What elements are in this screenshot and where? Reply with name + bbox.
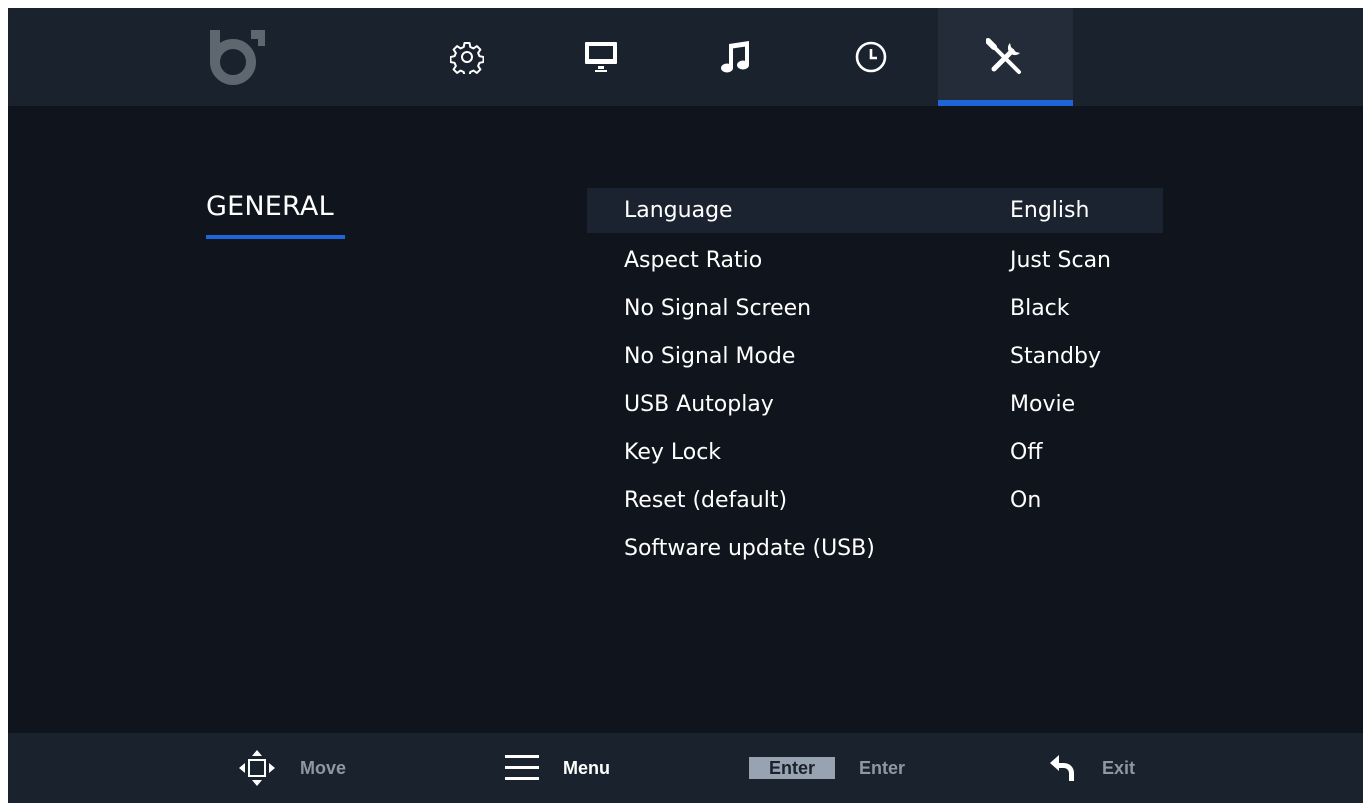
- menu-item-usb-autoplay[interactable]: USB Autoplay Movie: [587, 380, 1163, 428]
- brand-logo: [210, 30, 265, 85]
- menu-item-value: Off: [1010, 439, 1043, 465]
- back-arrow-icon: [1050, 755, 1074, 781]
- gear-icon: [449, 42, 484, 74]
- settings-list: Language English Aspect Ratio Just Scan …: [587, 188, 1163, 572]
- menu-item-label: No Signal Screen: [624, 295, 812, 321]
- tab-display[interactable]: [533, 8, 668, 106]
- menu-item-reset-default[interactable]: Reset (default) On: [587, 476, 1163, 524]
- section-underline: [206, 235, 345, 239]
- menu-item-no-signal-mode[interactable]: No Signal Mode Standby: [587, 332, 1163, 380]
- monitor-icon: [584, 42, 617, 72]
- hint-menu-label: Menu: [563, 757, 610, 778]
- menu-item-label: Reset (default): [624, 487, 788, 513]
- menu-item-label: No Signal Mode: [624, 343, 796, 369]
- bottom-hint-bar: Move Menu Enter Enter Exit: [8, 733, 1363, 803]
- menu-item-label: Aspect Ratio: [624, 247, 763, 273]
- menu-item-key-lock[interactable]: Key Lock Off: [587, 428, 1163, 476]
- hint-exit-label: Exit: [1102, 757, 1136, 778]
- tab-music[interactable]: [668, 8, 803, 106]
- menu-item-value: Just Scan: [1010, 247, 1111, 273]
- tab-clock[interactable]: [803, 8, 938, 106]
- menu-item-value: Movie: [1010, 391, 1076, 417]
- hint-exit: Exit: [1048, 733, 1135, 803]
- menu-item-value: Standby: [1010, 343, 1101, 369]
- tab-settings[interactable]: [399, 8, 534, 106]
- menu-item-label: Software update (USB): [624, 535, 875, 561]
- menu-item-label: Key Lock: [624, 439, 722, 465]
- tools-icon: [985, 38, 1021, 74]
- menu-item-label: USB Autoplay: [624, 391, 774, 417]
- hint-menu: Menu: [505, 733, 610, 803]
- hint-enter: Enter Enter: [749, 733, 905, 803]
- menu-item-value: Black: [1010, 295, 1070, 321]
- tab-tools[interactable]: [938, 8, 1073, 106]
- enter-key-icon: Enter: [749, 757, 835, 779]
- menu-item-software-update[interactable]: Software update (USB): [587, 524, 1163, 572]
- section-title: GENERAL: [206, 191, 334, 222]
- menu-item-no-signal-screen[interactable]: No Signal Screen Black: [587, 284, 1163, 332]
- menu-item-value: English: [1010, 198, 1090, 223]
- menu-item-label: Language: [624, 198, 733, 223]
- top-nav-bar: [8, 8, 1363, 106]
- hint-move: Move: [238, 733, 346, 803]
- menu-item-value: On: [1010, 487, 1042, 513]
- music-note-icon: [720, 41, 749, 73]
- hamburger-menu-icon: [505, 755, 539, 780]
- hint-enter-label: Enter: [859, 757, 906, 778]
- clock-icon: [855, 41, 886, 73]
- dpad-icon: [239, 750, 275, 786]
- settings-screen: GENERAL Language English Aspect Ratio Ju…: [8, 8, 1363, 803]
- menu-item-language[interactable]: Language English: [587, 188, 1163, 233]
- hint-move-label: Move: [300, 757, 347, 778]
- menu-item-aspect-ratio[interactable]: Aspect Ratio Just Scan: [587, 236, 1163, 284]
